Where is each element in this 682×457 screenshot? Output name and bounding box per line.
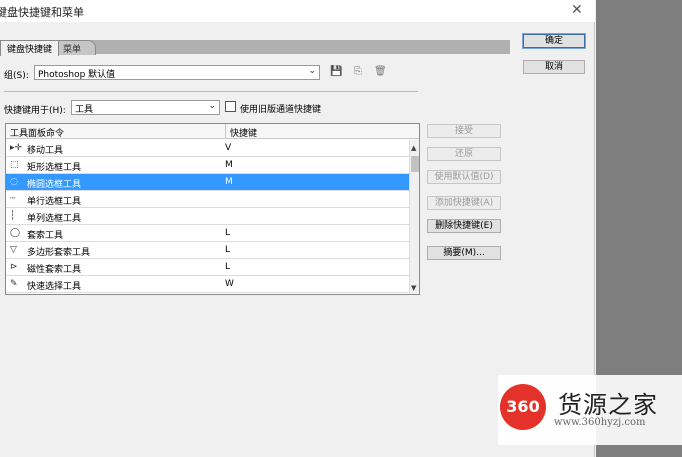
close-icon[interactable]: ✕ — [571, 2, 583, 18]
save-set-icon[interactable]: 💾 — [330, 66, 342, 78]
watermark-logo: 360 — [500, 384, 546, 430]
ok-button[interactable]: 确定 — [522, 33, 586, 49]
table-row[interactable]: ▽ 多边形套索工具 L — [6, 242, 409, 259]
table-row[interactable]: ⬚ 矩形选框工具 M — [6, 157, 409, 174]
single-row-marquee-icon: ┄ — [10, 194, 16, 204]
watermark-title: 货源之家 — [558, 391, 658, 419]
shortcuts-for-value: 工具 — [75, 105, 94, 115]
table-row[interactable]: ⊳ 磁性套索工具 L — [6, 259, 409, 276]
tab-menus[interactable]: 菜单 — [56, 40, 97, 55]
table-row[interactable]: ✎ 快速选择工具 W — [6, 276, 409, 293]
shortcuts-for-select[interactable]: 工具 ⌄ — [71, 100, 220, 115]
move-tool-icon: ▸✛ — [10, 143, 23, 153]
lasso-icon: ◯ — [10, 228, 21, 238]
accept-button[interactable]: 接受 — [427, 124, 501, 138]
chevron-down-icon: ⌄ — [308, 66, 316, 76]
shortcuts-table: 工具面板命令 快捷键 ▸✛ 移动工具 V ⬚ 矩形选框工具 M ◌ 椭圆选框工具… — [5, 123, 420, 295]
group-select-value: Photoshop 默认值 — [38, 70, 116, 80]
magnetic-lasso-icon: ⊳ — [10, 262, 18, 272]
scrollbar-thumb[interactable] — [411, 156, 419, 172]
divider — [4, 91, 418, 92]
ellipse-marquee-icon: ◌ — [10, 177, 18, 187]
table-row[interactable]: ◯ 套索工具 L — [6, 225, 409, 242]
rect-marquee-icon: ⬚ — [10, 160, 19, 170]
shortcuts-for-label: 快捷键用于(H): — [4, 106, 66, 116]
delete-shortcut-button[interactable]: 删除快捷键(E) — [427, 219, 501, 233]
chevron-up-icon[interactable]: ▲ — [411, 144, 416, 152]
table-row[interactable]: ▸✛ 移动工具 V — [6, 140, 409, 157]
group-label: 组(S): — [4, 71, 29, 81]
tab-keyboard-shortcuts[interactable]: 键盘快捷键 — [0, 40, 60, 56]
table-scrollbar[interactable]: ▲ ▼ — [409, 140, 419, 294]
cancel-button[interactable]: 取消 — [523, 60, 585, 74]
undo-button[interactable]: 还原 — [427, 147, 501, 161]
watermark-url: www.360hyzj.com — [554, 417, 646, 428]
table-row-selected[interactable]: ◌ 椭圆选框工具 M — [6, 174, 409, 191]
table-row[interactable]: ┆ 单列选框工具 — [6, 208, 409, 225]
use-default-button[interactable]: 使用默认值(D) — [427, 170, 501, 184]
summary-button[interactable]: 摘要(M)... — [427, 246, 501, 260]
delete-set-icon[interactable]: 🗑 — [374, 66, 387, 78]
polygon-lasso-icon: ▽ — [10, 245, 17, 255]
add-shortcut-button[interactable]: 添加快捷键(A) — [427, 196, 501, 210]
table-row[interactable]: ┄ 单行选框工具 — [6, 191, 409, 208]
save-set-as-icon[interactable]: ⎘ — [352, 66, 364, 78]
column-header-shortcut[interactable]: 快捷键 — [230, 126, 257, 139]
column-header-command[interactable]: 工具面板命令 — [10, 126, 64, 139]
legacy-channel-checkbox[interactable] — [225, 101, 236, 112]
watermark: 360 货源之家 www.360hyzj.com — [498, 375, 682, 445]
chevron-down-icon[interactable]: ▼ — [411, 284, 416, 292]
table-header: 工具面板命令 快捷键 — [6, 124, 419, 139]
group-select[interactable]: Photoshop 默认值 ⌄ — [34, 65, 320, 80]
single-column-marquee-icon: ┆ — [10, 211, 16, 221]
quick-select-icon: ✎ — [10, 279, 18, 289]
title-bar: 键盘快捷键和菜单 ✕ — [0, 0, 595, 22]
dialog-title: 键盘快捷键和菜单 — [0, 6, 84, 19]
legacy-channel-label: 使用旧版通道快捷键 — [240, 105, 322, 115]
chevron-down-icon: ⌄ — [208, 101, 216, 111]
